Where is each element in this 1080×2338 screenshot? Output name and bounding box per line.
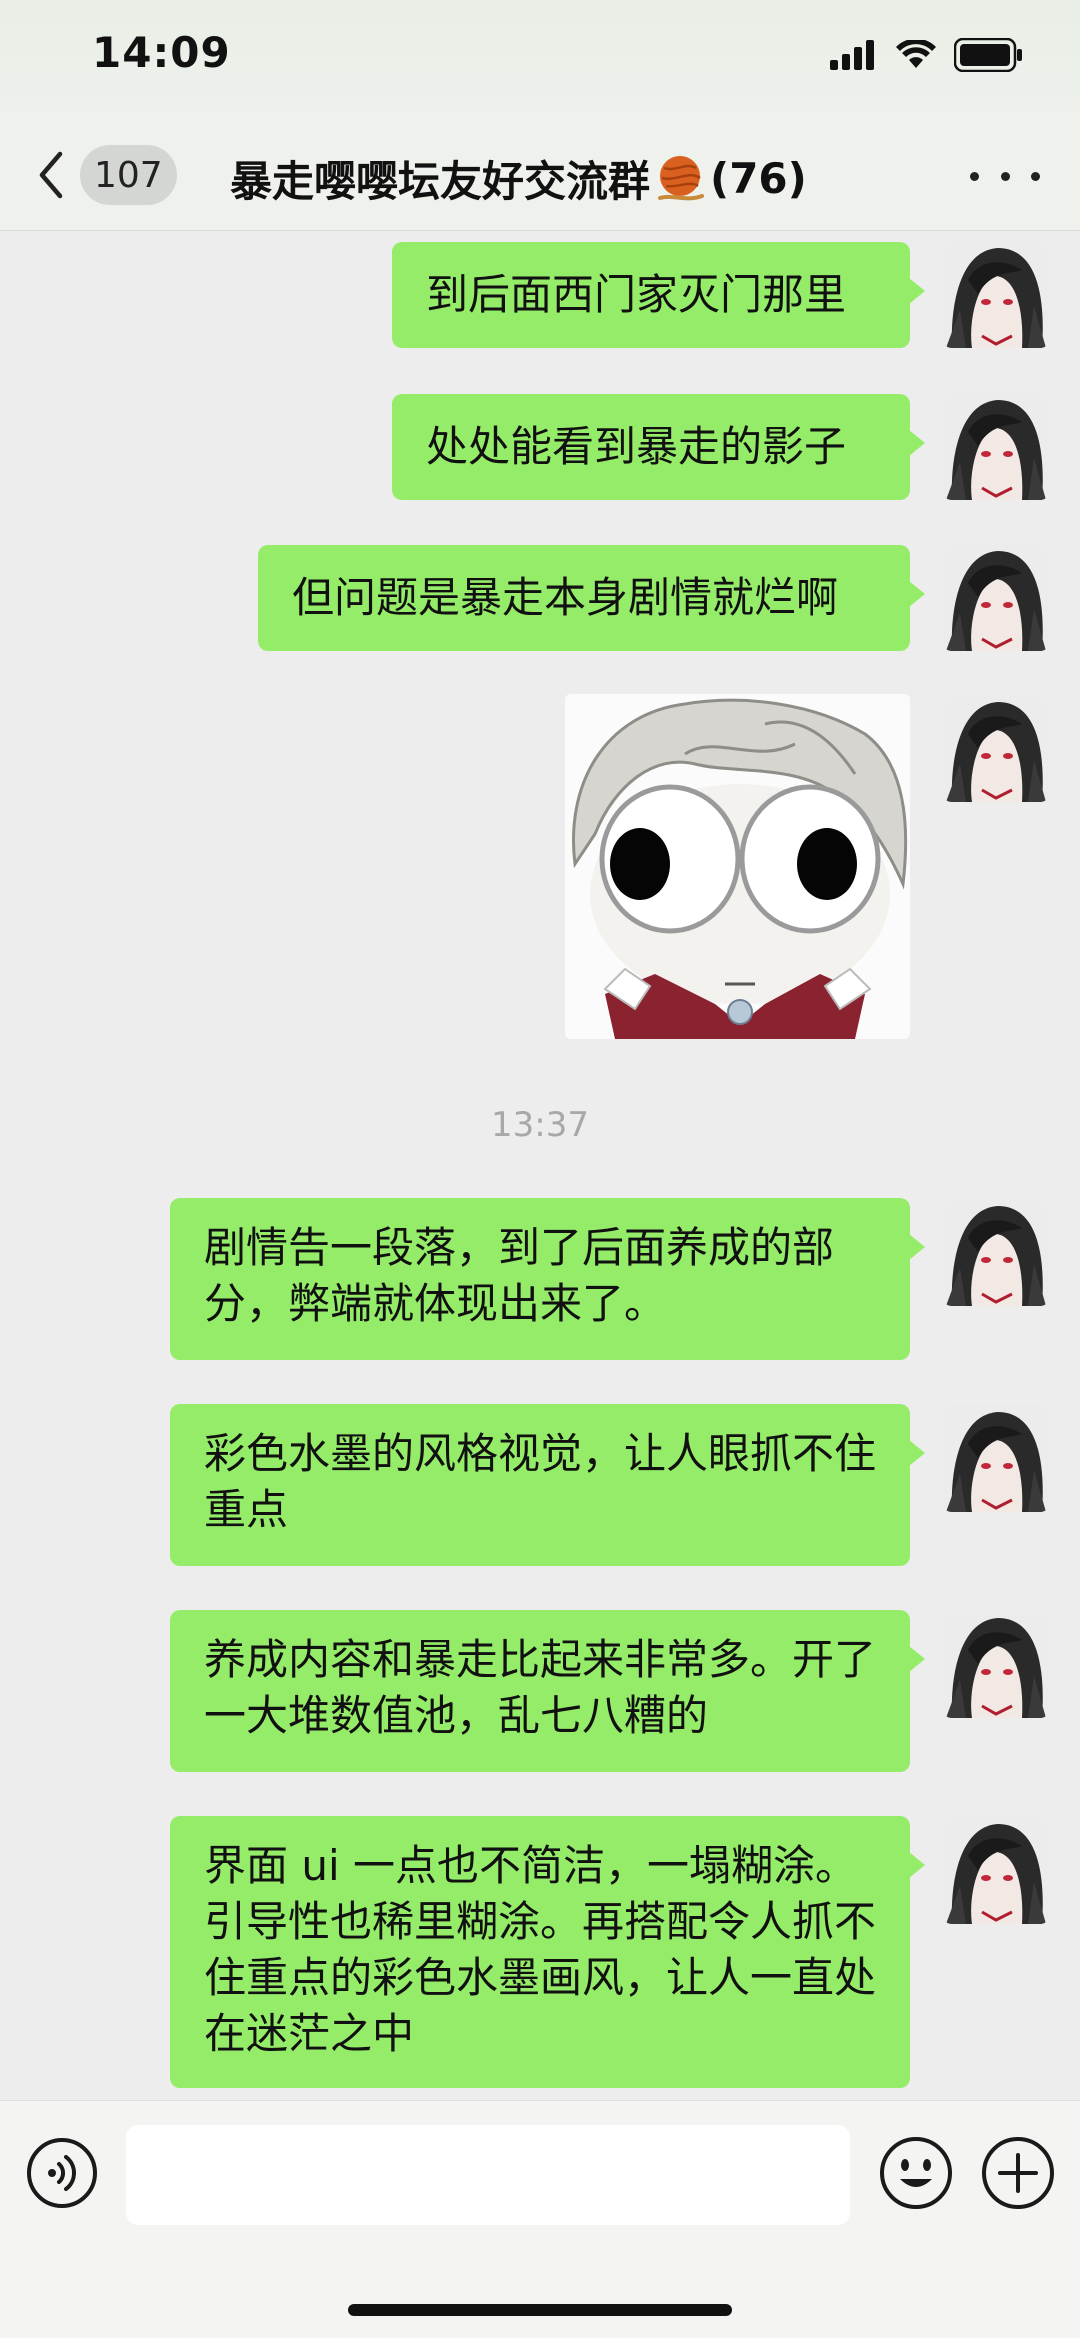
yarn-ball-icon	[658, 155, 705, 200]
plus-icon	[982, 2137, 1054, 2209]
message-bubble[interactable]: 到后面西门家灭门那里	[392, 242, 925, 348]
unread-count-badge: 107	[80, 145, 177, 205]
message-input[interactable]	[126, 2125, 850, 2225]
wifi-icon	[896, 40, 936, 68]
avatar[interactable]	[942, 240, 1050, 348]
voice-icon	[27, 2138, 97, 2208]
message-row: 养成内容和暴走比起来非常多。开了一大堆数值池，乱七八糟的	[0, 1610, 1080, 1774]
message-row: 到后面西门家灭门那里	[0, 240, 1080, 350]
avatar-image	[942, 1816, 1050, 1924]
signal-icon	[830, 40, 874, 70]
wide-eyed-anime-face-sticker	[565, 694, 910, 1039]
message-row: 处处能看到暴走的影子	[0, 392, 1080, 502]
voice-button[interactable]	[26, 2137, 98, 2209]
message-text: 但问题是暴走本身剧情就烂啊	[292, 573, 839, 622]
message-text: 彩色水墨的风格视觉，让人眼抓不住重点	[204, 1429, 877, 1534]
input-bar	[0, 2100, 1080, 2338]
member-count: (76)	[710, 154, 807, 203]
avatar-image	[942, 392, 1050, 500]
avatar-image	[942, 240, 1050, 348]
avatar[interactable]	[942, 1404, 1050, 1512]
chat-title-text: 暴走嘤嘤坛友好交流群	[230, 157, 651, 206]
avatar-image	[942, 694, 1050, 802]
emoji-button[interactable]	[878, 2135, 954, 2211]
avatar-image	[942, 543, 1050, 651]
avatar[interactable]	[942, 543, 1050, 651]
chat-title[interactable]: 暴走嘤嘤坛友好交流群 (76)	[230, 148, 850, 209]
message-bubble[interactable]: 处处能看到暴走的影子	[392, 394, 925, 500]
message-row	[0, 694, 1080, 1044]
home-indicator[interactable]	[348, 2304, 732, 2316]
avatar[interactable]	[942, 1816, 1050, 1924]
message-text: 到后面西门家灭门那里	[426, 270, 847, 319]
avatar[interactable]	[942, 1198, 1050, 1306]
message-text: 界面 ui 一点也不简洁，一塌糊涂。引导性也稀里糊涂。再搭配令人抓不住重点的彩色…	[204, 1841, 877, 2058]
avatar-image	[942, 1198, 1050, 1306]
message-row: 界面 ui 一点也不简洁，一塌糊涂。引导性也稀里糊涂。再搭配令人抓不住重点的彩色…	[0, 1816, 1080, 2090]
more-options-button[interactable]	[970, 158, 1040, 194]
avatar[interactable]	[942, 392, 1050, 500]
message-row: 彩色水墨的风格视觉，让人眼抓不住重点	[0, 1404, 1080, 1568]
avatar-image	[942, 1404, 1050, 1512]
back-button[interactable]: 107	[36, 140, 186, 210]
chat-header: 107 暴走嘤嘤坛友好交流群 (76)	[0, 120, 1080, 231]
battery-icon	[954, 38, 1022, 72]
chat-timestamp: 13:37	[491, 1105, 589, 1145]
more-functions-button[interactable]	[980, 2135, 1056, 2211]
message-bubble[interactable]: 养成内容和暴走比起来非常多。开了一大堆数值池，乱七八糟的	[170, 1610, 925, 1772]
message-bubble[interactable]: 彩色水墨的风格视觉，让人眼抓不住重点	[170, 1404, 925, 1566]
avatar-image	[942, 1610, 1050, 1718]
message-text: 养成内容和暴走比起来非常多。开了一大堆数值池，乱七八糟的	[204, 1635, 877, 1740]
emoji-icon	[880, 2137, 952, 2209]
avatar[interactable]	[942, 1610, 1050, 1718]
chevron-left-icon	[39, 151, 63, 199]
message-text: 剧情告一段落，到了后面养成的部分，弊端就体现出来了。	[204, 1223, 835, 1328]
status-time: 14:09	[92, 28, 231, 77]
message-row: 剧情告一段落，到了后面养成的部分，弊端就体现出来了。	[0, 1198, 1080, 1362]
message-bubble[interactable]: 界面 ui 一点也不简洁，一塌糊涂。引导性也稀里糊涂。再搭配令人抓不住重点的彩色…	[170, 1816, 925, 2088]
message-bubble[interactable]: 但问题是暴走本身剧情就烂啊	[258, 545, 925, 651]
more-dots-icon	[970, 171, 979, 181]
avatar[interactable]	[942, 694, 1050, 802]
message-text: 处处能看到暴走的影子	[426, 422, 847, 471]
message-bubble[interactable]: 剧情告一段落，到了后面养成的部分，弊端就体现出来了。	[170, 1198, 925, 1360]
status-bar: 14:09	[0, 0, 1080, 120]
sticker-message[interactable]	[565, 694, 910, 1039]
status-icons	[830, 38, 1024, 72]
message-row: 但问题是暴走本身剧情就烂啊	[0, 543, 1080, 653]
